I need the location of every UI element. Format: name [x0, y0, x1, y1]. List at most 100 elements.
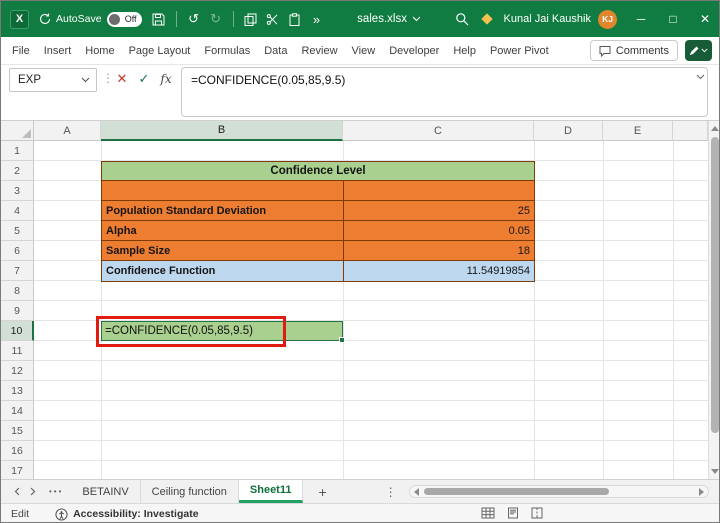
- search-button[interactable]: [451, 6, 473, 32]
- scroll-right-icon[interactable]: [699, 488, 704, 496]
- autosave-state: Off: [124, 14, 137, 24]
- row-header[interactable]: 12: [1, 361, 34, 381]
- sheet-nav-left-button[interactable]: [9, 480, 25, 503]
- scroll-left-icon[interactable]: [413, 488, 419, 496]
- add-sheet-button[interactable]: +: [318, 484, 326, 500]
- vertical-scroll-thumb[interactable]: [711, 137, 719, 433]
- table-label-cell[interactable]: Confidence Function: [102, 261, 344, 281]
- table-label-cell[interactable]: Alpha: [102, 221, 344, 240]
- row-header[interactable]: 10: [1, 321, 34, 341]
- column-header[interactable]: A: [34, 121, 101, 141]
- row-header[interactable]: 6: [1, 241, 34, 261]
- row-header[interactable]: 9: [1, 301, 34, 321]
- row-header[interactable]: 15: [1, 421, 34, 441]
- fill-handle[interactable]: [339, 337, 345, 343]
- autosave-control: AutoSave Off: [39, 11, 142, 27]
- tab-power-pivot[interactable]: Power Pivot: [483, 37, 556, 64]
- editing-mode-button[interactable]: [685, 40, 712, 61]
- tab-file[interactable]: File: [5, 37, 37, 64]
- table-value-cell[interactable]: 11.54919854: [344, 261, 534, 281]
- column-header[interactable]: C: [343, 121, 534, 141]
- quick-access-overflow-button[interactable]: »: [306, 6, 328, 32]
- tab-review[interactable]: Review: [294, 37, 344, 64]
- row-header[interactable]: 3: [1, 181, 34, 201]
- sheet-tab-ceiling-function[interactable]: Ceiling function: [141, 480, 239, 503]
- table-row: Population Standard Deviation 25: [102, 201, 534, 221]
- tab-data[interactable]: Data: [257, 37, 294, 64]
- sheet-list-button[interactable]: •••: [49, 487, 63, 496]
- page-layout-view-button[interactable]: [507, 507, 519, 519]
- sheet-nav-right-button[interactable]: [25, 480, 41, 503]
- table-label-cell[interactable]: [102, 181, 344, 200]
- row-header[interactable]: 17: [1, 461, 34, 481]
- row-header[interactable]: 13: [1, 381, 34, 401]
- row-header[interactable]: 4: [1, 201, 34, 221]
- row-header[interactable]: 1: [1, 141, 34, 161]
- sheet-tab-betainv[interactable]: BETAINV: [71, 480, 141, 503]
- name-box[interactable]: EXP: [9, 68, 97, 92]
- sheet-cells-area[interactable]: Confidence Level Population Standard Dev…: [34, 141, 708, 479]
- account-area[interactable]: Kunal Jai Kaushik KJ: [480, 9, 617, 29]
- sheet-tab-sheet11[interactable]: Sheet11: [238, 480, 304, 503]
- row-header[interactable]: 16: [1, 441, 34, 461]
- scroll-down-icon[interactable]: [711, 469, 719, 474]
- table-value-cell[interactable]: 25: [344, 201, 534, 220]
- tab-page-layout[interactable]: Page Layout: [122, 37, 198, 64]
- column-header[interactable]: B: [101, 121, 343, 141]
- tab-formulas[interactable]: Formulas: [197, 37, 257, 64]
- minimize-button[interactable]: ─: [625, 1, 657, 37]
- table-value-cell[interactable]: 18: [344, 241, 534, 260]
- comments-label: Comments: [615, 44, 669, 57]
- scroll-up-icon[interactable]: [711, 126, 719, 131]
- maximize-button[interactable]: □: [657, 1, 689, 37]
- column-header[interactable]: E: [603, 121, 673, 141]
- formula-cancel-button[interactable]: ✕: [112, 69, 132, 89]
- autosave-toggle[interactable]: Off: [106, 11, 142, 27]
- insert-function-button[interactable]: fx: [156, 69, 176, 89]
- cell-mode-indicator: Edit: [11, 508, 30, 520]
- table-title-cell[interactable]: Confidence Level: [102, 162, 534, 181]
- redo-icon: ↻: [210, 11, 221, 26]
- page-break-view-button[interactable]: [531, 507, 543, 519]
- redo-button[interactable]: ↻: [205, 6, 227, 32]
- table-blank-row: [102, 181, 534, 201]
- table-value-cell[interactable]: 0.05: [344, 221, 534, 240]
- copy-button[interactable]: [240, 6, 262, 32]
- horizontal-scroll-thumb[interactable]: [423, 488, 609, 495]
- row-header[interactable]: 5: [1, 221, 34, 241]
- close-button[interactable]: ✕: [689, 1, 719, 37]
- column-header[interactable]: [673, 121, 708, 141]
- row-header[interactable]: 8: [1, 281, 34, 301]
- column-header[interactable]: D: [534, 121, 603, 141]
- gridline: [603, 141, 604, 479]
- tab-help[interactable]: Help: [446, 37, 483, 64]
- sheet-options-button[interactable]: ⋮: [385, 485, 397, 499]
- tab-view[interactable]: View: [345, 37, 383, 64]
- vertical-scrollbar[interactable]: [708, 121, 719, 479]
- tab-insert[interactable]: Insert: [37, 37, 79, 64]
- formula-bar-expand-button[interactable]: [696, 74, 705, 80]
- clipboard-button[interactable]: [284, 6, 306, 32]
- formula-text: =CONFIDENCE(0.05,85,9.5): [191, 73, 346, 87]
- tab-home[interactable]: Home: [78, 37, 121, 64]
- formula-input[interactable]: =CONFIDENCE(0.05,85,9.5): [181, 67, 708, 117]
- normal-view-button[interactable]: [481, 507, 495, 519]
- name-box-chevron-down-icon[interactable]: [81, 77, 90, 83]
- select-all-button[interactable]: [1, 121, 34, 141]
- row-header[interactable]: 2: [1, 161, 34, 181]
- row-header[interactable]: 7: [1, 261, 34, 281]
- formula-enter-button[interactable]: ✓: [134, 69, 154, 89]
- tab-developer[interactable]: Developer: [382, 37, 446, 64]
- row-header[interactable]: 14: [1, 401, 34, 421]
- comments-button[interactable]: Comments: [589, 40, 678, 61]
- table-label-cell[interactable]: Population Standard Deviation: [102, 201, 344, 220]
- undo-button[interactable]: ↺: [183, 6, 205, 32]
- horizontal-scrollbar[interactable]: [408, 485, 709, 498]
- row-header[interactable]: 11: [1, 341, 34, 361]
- document-title[interactable]: sales.xlsx: [357, 13, 421, 25]
- save-button[interactable]: [148, 6, 170, 32]
- cut-button[interactable]: [262, 6, 284, 32]
- table-value-cell[interactable]: [344, 181, 534, 200]
- accessibility-status[interactable]: Accessibility: Investigate: [55, 507, 199, 521]
- table-label-cell[interactable]: Sample Size: [102, 241, 344, 260]
